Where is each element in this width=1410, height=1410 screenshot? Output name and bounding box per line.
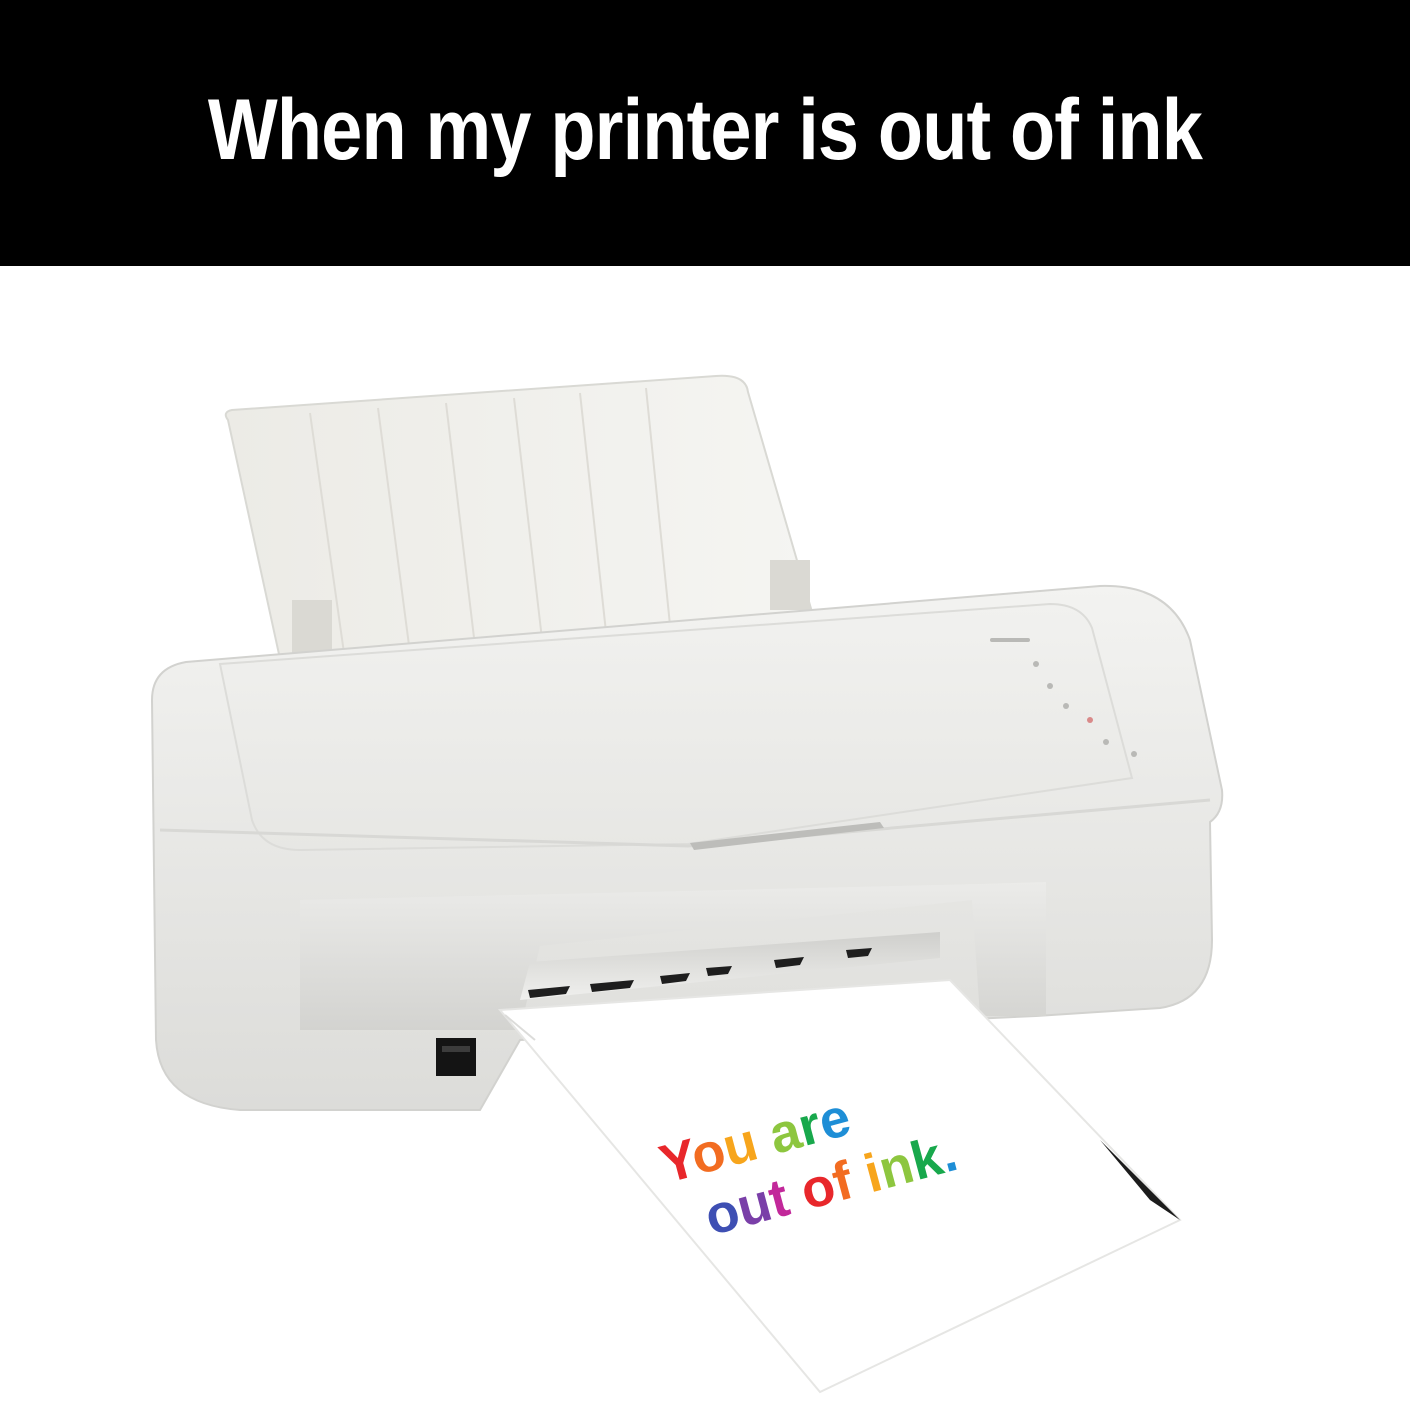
meme-caption-bar: When my printer is out of ink [0,0,1410,266]
meme-caption-text: When my printer is out of ink [207,81,1203,178]
memory-card-slot [436,1038,476,1076]
printer-photo: You are out of ink. [150,374,1224,1394]
